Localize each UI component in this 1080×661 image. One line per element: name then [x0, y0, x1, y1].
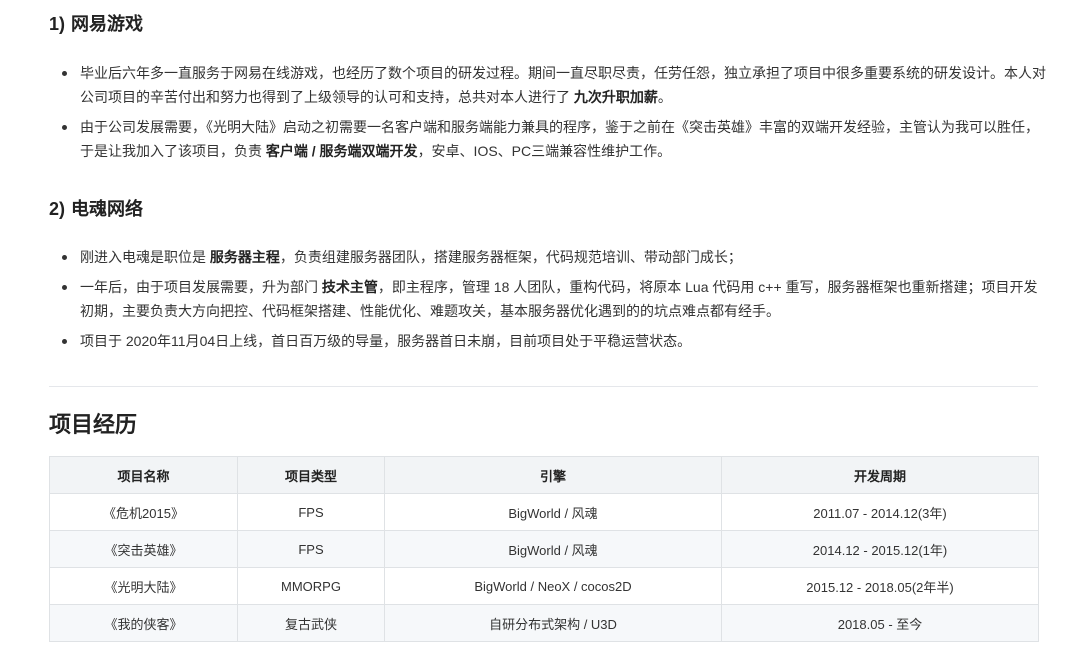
item-highlight: 九次升职加薪: [573, 89, 658, 105]
table-header-row: 项目名称 项目类型 引擎 开发周期: [49, 456, 1039, 494]
item-text-end: ，负责组建服务器团队，搭建服务器框架，代码规范培训、带动部门成长；: [279, 249, 742, 265]
table-row: 《突击英雄》 FPS BigWorld / 风魂 2014.12 - 2015.…: [49, 530, 1039, 568]
bullet-dot-icon: [62, 285, 67, 290]
table-row: 《我的侠客》 复古武侠 自研分布式架构 / U3D 2018.05 - 至今: [49, 604, 1039, 642]
table-row: 《危机2015》 FPS BigWorld / 风魂 2011.07 - 201…: [49, 493, 1039, 531]
dianhun-heading: 2) 电魂网络: [49, 197, 143, 221]
list-item: 由于公司发展需要，《光明大陆》启动之初需要一名客户端和服务端能力兼具的程序，鉴于…: [62, 115, 1047, 163]
project-engine-cell: 自研分布式架构 / U3D: [384, 604, 722, 642]
project-period-cell: 2015.12 - 2018.05(2年半): [721, 567, 1039, 605]
project-name-cell: 《危机2015》: [49, 493, 238, 531]
project-type-cell: FPS: [237, 493, 385, 531]
project-type-cell: 复古武侠: [237, 604, 385, 642]
item-text: 毕业后六年多一直服务于网易在线游戏，也经历了数个项目的研发过程。期间一直尽职尽责…: [80, 65, 1046, 105]
dianhun-heading-title: 电魂网络: [71, 199, 144, 219]
table-row: 《光明大陆》 MMORPG BigWorld / NeoX / cocos2D …: [49, 567, 1039, 605]
list-item: 一年后，由于项目发展需要，升为部门 技术主管，即主程序，管理 18 人团队，重构…: [62, 275, 1047, 323]
bullet-dot-icon: [62, 255, 67, 260]
netease-heading-title: 网易游戏: [71, 14, 144, 34]
project-period-cell: 2018.05 - 至今: [721, 604, 1039, 642]
item-highlight: 客户端 / 服务端双端开发: [265, 143, 418, 159]
project-engine-cell: BigWorld / 风魂: [384, 493, 722, 531]
project-period-cell: 2014.12 - 2015.12(1年): [721, 530, 1039, 568]
item-text-end: 。: [657, 89, 672, 105]
item-text: 刚进入电魂是职位是: [80, 249, 210, 265]
project-name-cell: 《我的侠客》: [49, 604, 238, 642]
bullet-dot-icon: [62, 125, 67, 130]
item-text: 项目于 2020年11月04日上线，首日百万级的导量，服务器首日未崩，目前项目处…: [80, 333, 692, 349]
dianhun-heading-number: 2): [49, 199, 66, 219]
column-header-period: 开发周期: [721, 456, 1039, 494]
dianhun-list: 刚进入电魂是职位是 服务器主程，负责组建服务器团队，搭建服务器框架，代码规范培训…: [62, 245, 1047, 359]
item-text: 一年后，由于项目发展需要，升为部门: [80, 279, 322, 295]
projects-title: 项目经历: [49, 412, 138, 437]
project-engine-cell: BigWorld / NeoX / cocos2D: [384, 567, 722, 605]
netease-list: 毕业后六年多一直服务于网易在线游戏，也经历了数个项目的研发过程。期间一直尽职尽责…: [62, 61, 1047, 169]
bullet-dot-icon: [62, 71, 67, 76]
resume-page: 1) 网易游戏 毕业后六年多一直服务于网易在线游戏，也经历了数个项目的研发过程。期…: [0, 0, 1080, 661]
column-header-name: 项目名称: [49, 456, 238, 494]
project-type-cell: MMORPG: [237, 567, 385, 605]
project-type-cell: FPS: [237, 530, 385, 568]
item-highlight: 技术主管: [321, 279, 378, 295]
list-item: 毕业后六年多一直服务于网易在线游戏，也经历了数个项目的研发过程。期间一直尽职尽责…: [62, 61, 1047, 109]
projects-table: 项目名称 项目类型 引擎 开发周期 《危机2015》 FPS BigWorld …: [49, 456, 1039, 642]
column-header-engine: 引擎: [384, 456, 722, 494]
item-text-end: ，安卓、IOS、PC三端兼容性维护工作。: [417, 143, 672, 159]
netease-heading: 1) 网易游戏: [49, 12, 143, 36]
project-engine-cell: BigWorld / 风魂: [384, 530, 722, 568]
column-header-type: 项目类型: [237, 456, 385, 494]
bullet-dot-icon: [62, 339, 67, 344]
project-name-cell: 《光明大陆》: [49, 567, 238, 605]
item-highlight: 服务器主程: [209, 249, 280, 265]
list-item: 刚进入电魂是职位是 服务器主程，负责组建服务器团队，搭建服务器框架，代码规范培训…: [62, 245, 1047, 269]
list-item: 项目于 2020年11月04日上线，首日百万级的导量，服务器首日未崩，目前项目处…: [62, 329, 1047, 353]
project-period-cell: 2011.07 - 2014.12(3年): [721, 493, 1039, 531]
netease-heading-number: 1): [49, 14, 66, 34]
section-divider: [49, 386, 1038, 387]
project-name-cell: 《突击英雄》: [49, 530, 238, 568]
